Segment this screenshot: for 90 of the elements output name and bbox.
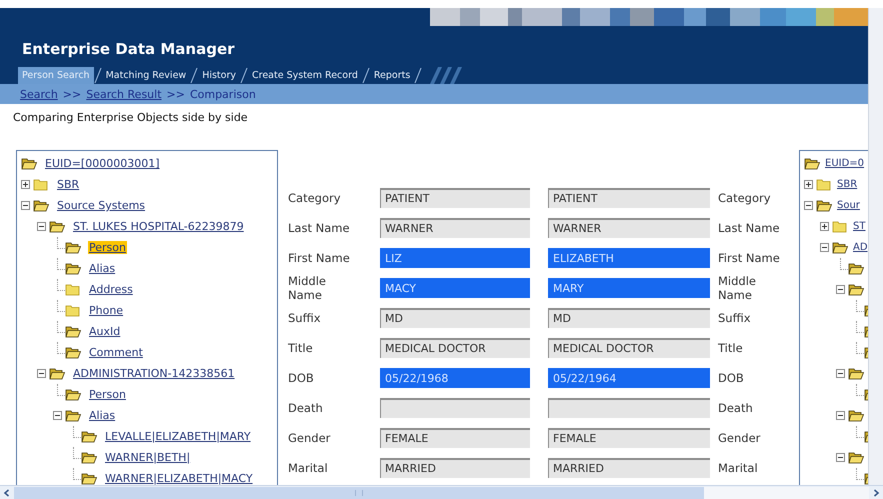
- tree-node-link[interactable]: ST: [852, 221, 866, 232]
- expand-icon[interactable]: [820, 222, 829, 231]
- field-label: Death: [718, 401, 754, 415]
- value-field: PATIENT: [548, 188, 710, 208]
- vertical-scrollbar[interactable]: [868, 8, 883, 485]
- tree-node-link[interactable]: ST. LUKES HOSPITAL-62239879: [72, 220, 245, 233]
- field-label: Title: [288, 341, 314, 355]
- tree-node-link[interactable]: ADMINISTRATION-142338561: [72, 367, 236, 380]
- value-field: MARRIED: [548, 458, 710, 478]
- expand-icon[interactable]: [21, 180, 30, 189]
- field-label: DOB: [288, 371, 315, 385]
- collapse-icon[interactable]: [21, 201, 30, 210]
- horizontal-scrollbar[interactable]: [0, 485, 883, 499]
- field-label: Category: [288, 191, 342, 205]
- tree-node-link[interactable]: SBR: [836, 179, 858, 190]
- tree-node-link[interactable]: Person: [88, 241, 127, 254]
- collapse-icon[interactable]: [836, 369, 845, 378]
- tree-node-link[interactable]: WARNER|ELIZABETH|MACY: [104, 472, 254, 485]
- field-label: Category: [718, 191, 772, 205]
- tree-node-link[interactable]: Person: [88, 388, 127, 401]
- value-field: WARNER: [380, 218, 530, 238]
- field-label: Last Name: [288, 221, 351, 235]
- tree-node-link[interactable]: WARNER|BETH|: [104, 451, 192, 464]
- collapse-icon[interactable]: [53, 411, 62, 420]
- value-field: MARRIED: [380, 458, 530, 478]
- collapse-icon[interactable]: [804, 201, 813, 210]
- collapse-icon[interactable]: [820, 243, 829, 252]
- tree-node-link[interactable]: Sour: [836, 200, 861, 211]
- field-label: Title: [718, 341, 744, 355]
- collapse-icon[interactable]: [836, 453, 845, 462]
- breadcrumb-link[interactable]: Search: [20, 88, 58, 100]
- tree-node-link[interactable]: Alias: [88, 409, 116, 422]
- field-label: Middle Name: [288, 274, 327, 302]
- field-label: Suffix: [718, 311, 752, 325]
- value-field: MARY: [548, 278, 710, 298]
- collapse-icon[interactable]: [37, 369, 46, 378]
- tab[interactable]: History: [198, 67, 240, 84]
- field-label: Gender: [288, 431, 332, 445]
- field-label: Middle Name: [718, 274, 757, 302]
- tree-node-link[interactable]: SBR: [56, 178, 80, 191]
- tree-node-link[interactable]: LEVALLE|ELIZABETH|MARY: [104, 430, 252, 443]
- tab[interactable]: Matching Review: [102, 67, 190, 84]
- collapse-icon[interactable]: [836, 285, 845, 294]
- field-label: Gender: [718, 431, 762, 445]
- field-label: Marital: [718, 461, 759, 475]
- tab-separator: [362, 67, 370, 84]
- value-field: 05/22/1964: [548, 368, 710, 388]
- value-field: MEDICAL DOCTOR: [548, 338, 710, 358]
- tree-node-link[interactable]: EUID=0: [824, 158, 866, 169]
- tab-separator: [240, 67, 248, 84]
- expand-icon[interactable]: [804, 180, 813, 189]
- tree-node-link[interactable]: Phone: [88, 304, 124, 317]
- field-label: Death: [288, 401, 324, 415]
- value-field: MEDICAL DOCTOR: [380, 338, 530, 358]
- tree-node-link[interactable]: Address: [88, 283, 134, 296]
- page-description: Comparing Enterprise Objects side by side: [12, 110, 248, 126]
- tab-separator: [94, 67, 102, 84]
- field-label: Suffix: [288, 311, 322, 325]
- tab[interactable]: Create System Record: [248, 67, 362, 84]
- tree-node-link[interactable]: AD: [852, 242, 868, 253]
- value-field: ELIZABETH: [548, 248, 710, 268]
- breadcrumb-separator: >>: [62, 88, 82, 100]
- value-field: MACY: [380, 278, 530, 298]
- tree-node-link[interactable]: EUID=[0000003001]: [44, 157, 161, 170]
- value-field: 05/22/1968: [380, 368, 530, 388]
- tab-separator: [190, 67, 198, 84]
- tab[interactable]: Reports: [370, 67, 414, 84]
- field-label: First Name: [288, 251, 351, 265]
- breadcrumb-separator: >>: [166, 88, 185, 100]
- tree-node-link[interactable]: Source Systems: [56, 199, 146, 212]
- collapse-icon[interactable]: [37, 222, 46, 231]
- field-label: Marital: [288, 461, 329, 475]
- field-label: DOB: [718, 371, 745, 385]
- tab-separator: [414, 67, 422, 84]
- value-field: MD: [380, 308, 530, 328]
- tree-node-link[interactable]: Comment: [88, 346, 144, 359]
- collapse-icon[interactable]: [836, 411, 845, 420]
- value-field: LIZ: [380, 248, 530, 268]
- app-title: Enterprise Data Manager: [21, 39, 235, 59]
- breadcrumb-current: Comparison: [190, 88, 256, 100]
- value-field: MD: [548, 308, 710, 328]
- value-field: FEMALE: [548, 428, 710, 448]
- value-field: PATIENT: [380, 188, 530, 208]
- value-field: FEMALE: [380, 428, 530, 448]
- tree-node-link[interactable]: AuxId: [88, 325, 122, 338]
- tree-node-link[interactable]: Alias: [88, 262, 116, 275]
- field-label: Last Name: [718, 221, 781, 235]
- value-field: WARNER: [548, 218, 710, 238]
- field-label: First Name: [718, 251, 781, 265]
- breadcrumb-link[interactable]: Search Result: [86, 88, 162, 100]
